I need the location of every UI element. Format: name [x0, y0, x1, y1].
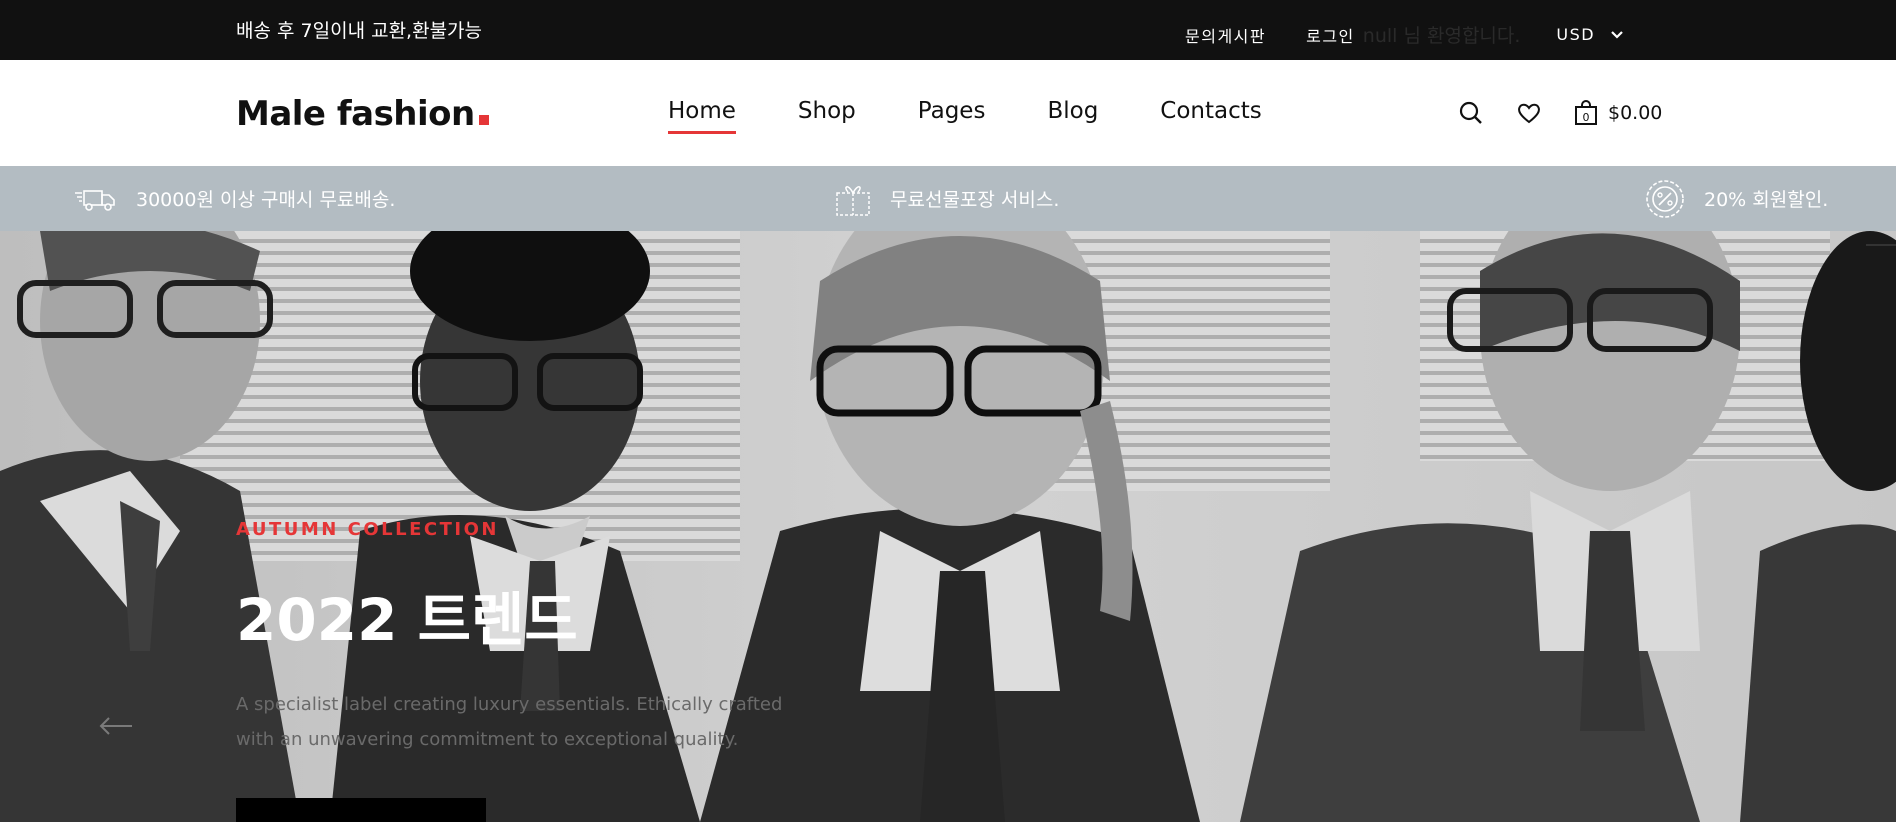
- logo-text: Male fashion: [236, 94, 475, 134]
- inquiry-board-link[interactable]: 문의게시판: [1185, 23, 1266, 47]
- hero-description: A specialist label creating luxury essen…: [236, 687, 796, 757]
- menu-icon[interactable]: [1856, 243, 1896, 257]
- shipping-notice: 배송 후 7일이내 교환,환불가능: [236, 20, 483, 42]
- arrow-left-icon[interactable]: [98, 715, 134, 737]
- heart-icon[interactable]: [1516, 100, 1542, 126]
- hero-subtitle: AUTUMN COLLECTION: [236, 519, 499, 540]
- benefits-bar: 30000원 이상 구매시 무료배송. 무료선물포장 서비스. 20% 회원할인…: [0, 166, 1896, 231]
- nav-home[interactable]: Home: [668, 98, 736, 134]
- welcome-message: null 님 환영합니다.: [1362, 25, 1521, 47]
- top-links: 문의게시판 로그인 null 님 환영합니다. USD: [1185, 21, 1624, 48]
- hero-description-line: with an unwavering commitment to excepti…: [236, 729, 739, 750]
- login-link[interactable]: 로그인: [1306, 23, 1355, 47]
- main-header: Male fashion Home Shop Pages Blog Contac…: [0, 60, 1896, 166]
- truck-icon: [75, 189, 115, 211]
- chevron-down-icon: [1610, 31, 1623, 39]
- hero-description-line: A specialist label creating luxury essen…: [236, 694, 783, 715]
- benefit-text: 20% 회원할인.: [1704, 189, 1829, 211]
- nav-contacts[interactable]: Contacts: [1160, 98, 1261, 124]
- main-nav: Home Shop Pages Blog Contacts: [668, 98, 1324, 134]
- shop-now-button[interactable]: [236, 798, 486, 822]
- nav-pages[interactable]: Pages: [918, 98, 986, 124]
- gift-icon: [836, 185, 870, 216]
- currency-label: USD: [1556, 25, 1596, 44]
- benefit-text: 30000원 이상 구매시 무료배송.: [136, 189, 396, 211]
- benefit-free-shipping: 30000원 이상 구매시 무료배송.: [74, 166, 395, 231]
- header-icons: 0 $0.00: [1458, 100, 1662, 126]
- search-icon[interactable]: [1458, 100, 1484, 126]
- benefit-member-discount: 20% 회원할인.: [1644, 166, 1828, 231]
- nav-shop[interactable]: Shop: [798, 98, 856, 124]
- shopping-bag-icon[interactable]: 0: [1574, 100, 1598, 126]
- currency-selector[interactable]: USD: [1556, 25, 1623, 44]
- cart-count: 0: [1583, 111, 1590, 124]
- hero-title: 2022 트렌드: [236, 586, 578, 654]
- cart-total[interactable]: $0.00: [1608, 102, 1662, 124]
- logo-dot: [478, 115, 489, 125]
- hero-slider: AUTUMN COLLECTION 2022 트렌드 A specialist …: [0, 231, 1896, 822]
- top-bar: 배송 후 7일이내 교환,환불가능 문의게시판 로그인 null 님 환영합니다…: [0, 0, 1896, 60]
- nav-blog[interactable]: Blog: [1047, 98, 1098, 124]
- benefit-gift-wrap: 무료선물포장 서비스.: [834, 166, 1059, 231]
- benefit-text: 무료선물포장 서비스.: [890, 189, 1060, 211]
- discount-badge-icon: [1646, 179, 1684, 218]
- site-logo[interactable]: Male fashion: [236, 94, 489, 134]
